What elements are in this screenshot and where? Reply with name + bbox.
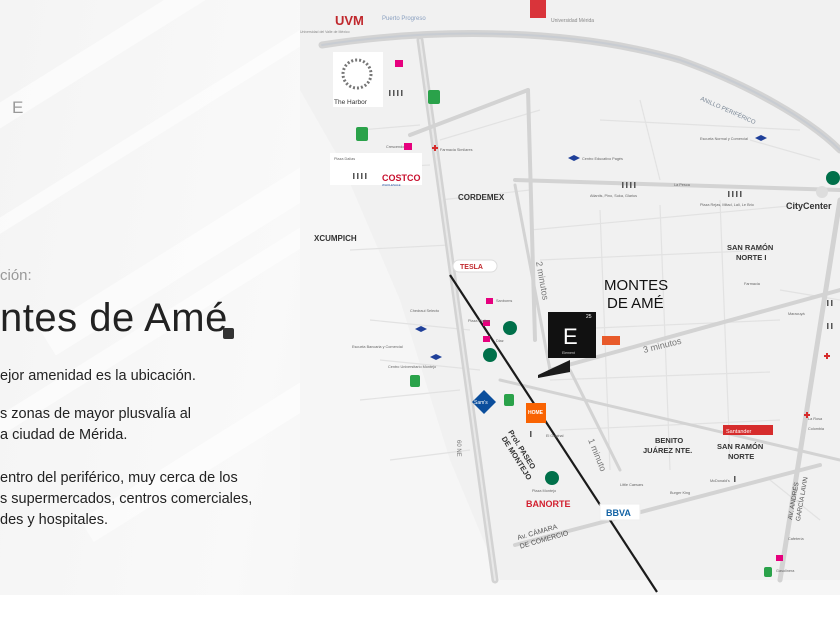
poi-little-caesars: Little Caesars xyxy=(620,483,643,487)
uvm-logo-text: UVM xyxy=(335,13,364,28)
anahuac-logo-sub: Universidad Mérida xyxy=(551,18,594,24)
poi-mcdonalds: McDonald's xyxy=(710,479,730,483)
zone-benito-l1: BENITO xyxy=(655,436,683,445)
poi-el-original: El Original xyxy=(546,434,564,438)
road-label-60: 60 NE xyxy=(455,440,461,457)
poi-colombia: Colombia xyxy=(808,427,825,431)
banorte-logo-text: BANORTE xyxy=(526,499,571,509)
poi-sanborns: Sanborns xyxy=(496,299,512,303)
paragraph-2-line-1: s zonas de mayor plusvalía al xyxy=(0,406,192,422)
project-label-line-2: DE AMÉ xyxy=(607,295,664,312)
poi-plaza-platino: Plaza Platino xyxy=(468,319,490,323)
project-badge xyxy=(602,336,620,345)
road-label-puerto-progreso: Puerto Progreso xyxy=(382,16,426,22)
paragraph-2: s zonas de mayor plusvalía al a ciudad d… xyxy=(0,404,191,446)
poi-burger-king: Burger King xyxy=(670,491,690,495)
santander-logo: Santander xyxy=(723,425,773,435)
poi-escuela-normal: Escuela Normal y Comercial xyxy=(700,137,748,141)
zone-san-ramon-norte-1-l1: SAN RAMÓN xyxy=(727,243,773,252)
poi-farmacia-2: Farmacia xyxy=(744,282,761,286)
poi-cafeteria: Cafetería xyxy=(788,537,805,541)
paragraph-3: entro del periférico, muy cerca de los s… xyxy=(0,468,252,531)
poi-plaza-montejo: Plaza Montejo xyxy=(532,489,556,493)
harbor-logo-text: The Harbor xyxy=(334,99,368,106)
bbva-logo: BBVA xyxy=(599,503,641,521)
poi-chedraui: Chedraui Selecto xyxy=(410,309,439,313)
homedepot-logo: HOME xyxy=(526,403,546,423)
section-subtitle: ción: xyxy=(0,267,32,284)
homedepot-logo-text: HOME xyxy=(528,410,544,416)
sams-logo-text: Sam's xyxy=(474,400,488,406)
project-logo-letter: E xyxy=(563,324,578,349)
bottom-margin xyxy=(0,595,840,630)
poi-crescendo: Crescendo xyxy=(386,145,404,149)
poi-la-pesca: La Pesca xyxy=(674,183,691,187)
project-logo-sub: Element xyxy=(562,351,575,355)
poi-la-rosa: La Rosa xyxy=(808,417,823,421)
location-map: Puerto Progreso ANILLO PERIFÉRICO Prol. … xyxy=(300,0,840,595)
zone-san-ramon-norte-1-l2: NORTE I xyxy=(736,253,766,262)
zone-xcumpich: XCUMPICH xyxy=(314,234,357,243)
zone-cordemex: CORDEMEX xyxy=(458,193,505,202)
uvm-logo-sub: Universidad del Valle de México xyxy=(300,30,350,34)
paragraph-2-line-2: a ciudad de Mérida. xyxy=(0,427,128,443)
poi-diaz: Diaz xyxy=(496,339,504,343)
paragraph-3-line-3: des y hospitales. xyxy=(0,512,109,528)
bbva-logo-text: BBVA xyxy=(606,508,631,518)
poi-farmacia: Farmacia Similares xyxy=(440,148,473,152)
costco-logo-text: COSTCO xyxy=(382,173,421,183)
poi-maracuya: Maracuyá xyxy=(788,312,806,316)
poi-plaza-rejas: Plaza Rejas, Mitad, Lali, Le Brio xyxy=(700,203,754,207)
project-label-line-1: MONTES xyxy=(604,277,668,294)
santander-logo-text: Santander xyxy=(726,429,752,435)
decorative-dot xyxy=(223,328,234,339)
paragraph-3-line-1: entro del periférico, muy cerca de los xyxy=(0,470,238,486)
harbor-logo: The Harbor xyxy=(333,52,383,107)
costco-logo-sub: WHOLESALE xyxy=(382,183,401,187)
paragraph-3-line-2: s supermercados, centros comerciales, xyxy=(0,491,253,507)
citycenter-logo-text: CityCenter xyxy=(786,201,832,211)
project-logo-number: 25 xyxy=(586,314,592,320)
paragraph-1-line: ejor amenidad es la ubicación. xyxy=(0,368,196,384)
poi-centro-educativo: Centro Educativo Pagés xyxy=(582,157,623,161)
paragraph-1: ejor amenidad es la ubicación. xyxy=(0,366,196,387)
banorte-logo: BANORTE xyxy=(526,499,571,509)
page-title: ntes de Amé xyxy=(0,296,228,340)
poi-escuela-bancaria: Escuela Bancaria y Comercial xyxy=(352,345,403,349)
tesla-logo-text: TESLA xyxy=(460,264,483,271)
poi-gasolinera: Gasolinera xyxy=(776,569,795,573)
poi-vivienda: Atlantis, Pino, Suka, Glarius xyxy=(590,194,637,198)
poi-plaza-dalias: Plaza Dalias xyxy=(334,157,355,161)
poi-centro-universitario: Centro Universitario Montejo xyxy=(388,365,436,369)
zone-san-ramon-norte-l2: NORTE xyxy=(728,452,754,461)
brand-letter: E xyxy=(12,98,24,117)
zone-benito-l2: JUÁREZ NTE. xyxy=(643,446,692,455)
zone-san-ramon-norte-l1: SAN RAMÓN xyxy=(717,442,763,451)
project-logo[interactable]: E 25 Element xyxy=(548,312,596,358)
tesla-logo: TESLA xyxy=(452,259,498,273)
map-svg: Puerto Progreso ANILLO PERIFÉRICO Prol. … xyxy=(300,0,840,595)
